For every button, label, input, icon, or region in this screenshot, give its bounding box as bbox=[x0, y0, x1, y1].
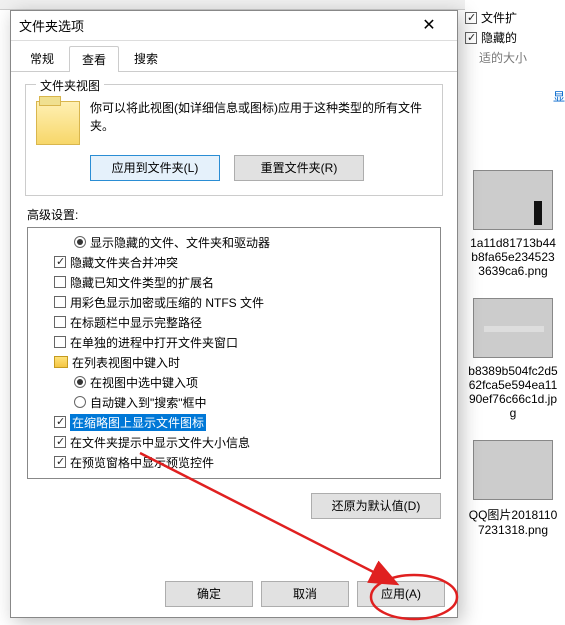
checkbox-icon bbox=[54, 276, 66, 288]
bg-more-link[interactable]: 显 bbox=[465, 88, 565, 105]
file-thumb-2[interactable]: b8389b504fc2d562fca5e594ea1190ef76c66c1d… bbox=[468, 298, 558, 420]
opt-thumb-fileicon[interactable]: 在缩略图上显示文件图标 bbox=[30, 412, 438, 432]
tab-search[interactable]: 搜索 bbox=[121, 45, 171, 71]
apply-to-folders-button[interactable]: 应用到文件夹(L) bbox=[90, 155, 220, 181]
opt-tip-size[interactable]: 在文件夹提示中显示文件大小信息 bbox=[30, 432, 438, 452]
folder-node-icon bbox=[54, 356, 68, 368]
bg-option-ext[interactable]: 文件扩 bbox=[465, 9, 565, 26]
folder-view-group: 文件夹视图 你可以将此视图(如详细信息或图标)应用于这种类型的所有文件夹。 应用… bbox=[25, 84, 443, 196]
checkbox-icon bbox=[54, 336, 66, 348]
opt-preview-pane[interactable]: 在预览窗格中显示预览控件 bbox=[30, 452, 438, 472]
checkbox-icon bbox=[54, 296, 66, 308]
radio-icon bbox=[74, 376, 86, 388]
bg-option-ext-label: 文件扩 bbox=[481, 9, 517, 26]
thumb-filename-1: 1a11d81713b44b8fa65e2345233639ca6.png bbox=[468, 236, 558, 278]
cancel-button[interactable]: 取消 bbox=[261, 581, 349, 607]
checkbox-icon bbox=[54, 256, 66, 268]
restore-defaults-button[interactable]: 还原为默认值(D) bbox=[311, 493, 441, 519]
folder-icon bbox=[36, 101, 80, 145]
thumb-filename-3: QQ图片20181107231318.png bbox=[468, 506, 558, 537]
titlebar: 文件夹选项 ✕ bbox=[11, 11, 457, 41]
radio-icon bbox=[74, 396, 86, 408]
reset-folders-button[interactable]: 重置文件夹(R) bbox=[234, 155, 364, 181]
file-thumb-3[interactable]: QQ图片20181107231318.png bbox=[468, 440, 558, 537]
tab-strip: 常规 查看 搜索 bbox=[11, 41, 457, 72]
checkbox-icon bbox=[54, 456, 66, 468]
close-button[interactable]: ✕ bbox=[409, 12, 449, 40]
thumb-image-2 bbox=[473, 298, 553, 358]
tab-general[interactable]: 常规 bbox=[17, 45, 67, 71]
checkbox-icon bbox=[54, 316, 66, 328]
dialog-title: 文件夹选项 bbox=[19, 16, 409, 35]
advanced-settings-tree[interactable]: 显示隐藏的文件、文件夹和驱动器 隐藏文件夹合并冲突 隐藏已知文件类型的扩展名 用… bbox=[27, 227, 441, 479]
folder-view-desc: 你可以将此视图(如详细信息或图标)应用于这种类型的所有文件夹。 bbox=[90, 99, 432, 135]
tab-view[interactable]: 查看 bbox=[69, 46, 119, 72]
bg-option-hidden-label: 隐藏的 bbox=[481, 29, 517, 46]
thumb-image-3 bbox=[473, 440, 553, 500]
thumb-image-1 bbox=[473, 170, 553, 230]
thumb-filename-2: b8389b504fc2d562fca5e594ea1190ef76c66c1d… bbox=[468, 364, 558, 420]
opt-hide-ext[interactable]: 隐藏已知文件类型的扩展名 bbox=[30, 272, 438, 292]
bg-option-hidden[interactable]: 隐藏的 bbox=[465, 29, 565, 46]
selected-item-label: 在缩略图上显示文件图标 bbox=[70, 414, 206, 431]
opt-listnav-select[interactable]: 在视图中选中键入项 bbox=[30, 372, 438, 392]
opt-fullpath[interactable]: 在标题栏中显示完整路径 bbox=[30, 312, 438, 332]
opt-hide-merge[interactable]: 隐藏文件夹合并冲突 bbox=[30, 252, 438, 272]
opt-listnav-folder[interactable]: 在列表视图中键入时 bbox=[30, 352, 438, 372]
apply-button[interactable]: 应用(A) bbox=[357, 581, 445, 607]
ok-button[interactable]: 确定 bbox=[165, 581, 253, 607]
opt-listnav-search[interactable]: 自动键入到"搜索"框中 bbox=[30, 392, 438, 412]
file-thumb-1[interactable]: 1a11d81713b44b8fa65e2345233639ca6.png bbox=[468, 170, 558, 278]
folder-options-dialog: 文件夹选项 ✕ 常规 查看 搜索 文件夹视图 你可以将此视图(如详细信息或图标)… bbox=[10, 10, 458, 618]
radio-icon bbox=[74, 236, 86, 248]
folder-view-legend: 文件夹视图 bbox=[36, 77, 104, 94]
checkbox-icon bbox=[54, 436, 66, 448]
opt-show-hidden[interactable]: 显示隐藏的文件、文件夹和驱动器 bbox=[30, 232, 438, 252]
opt-ntfs-color[interactable]: 用彩色显示加密或压缩的 NTFS 文件 bbox=[30, 292, 438, 312]
bg-muted-text: 适的大小 bbox=[479, 49, 565, 66]
advanced-settings-label: 高级设置: bbox=[27, 206, 441, 223]
checkbox-icon bbox=[54, 416, 66, 428]
opt-sep-process[interactable]: 在单独的进程中打开文件夹窗口 bbox=[30, 332, 438, 352]
